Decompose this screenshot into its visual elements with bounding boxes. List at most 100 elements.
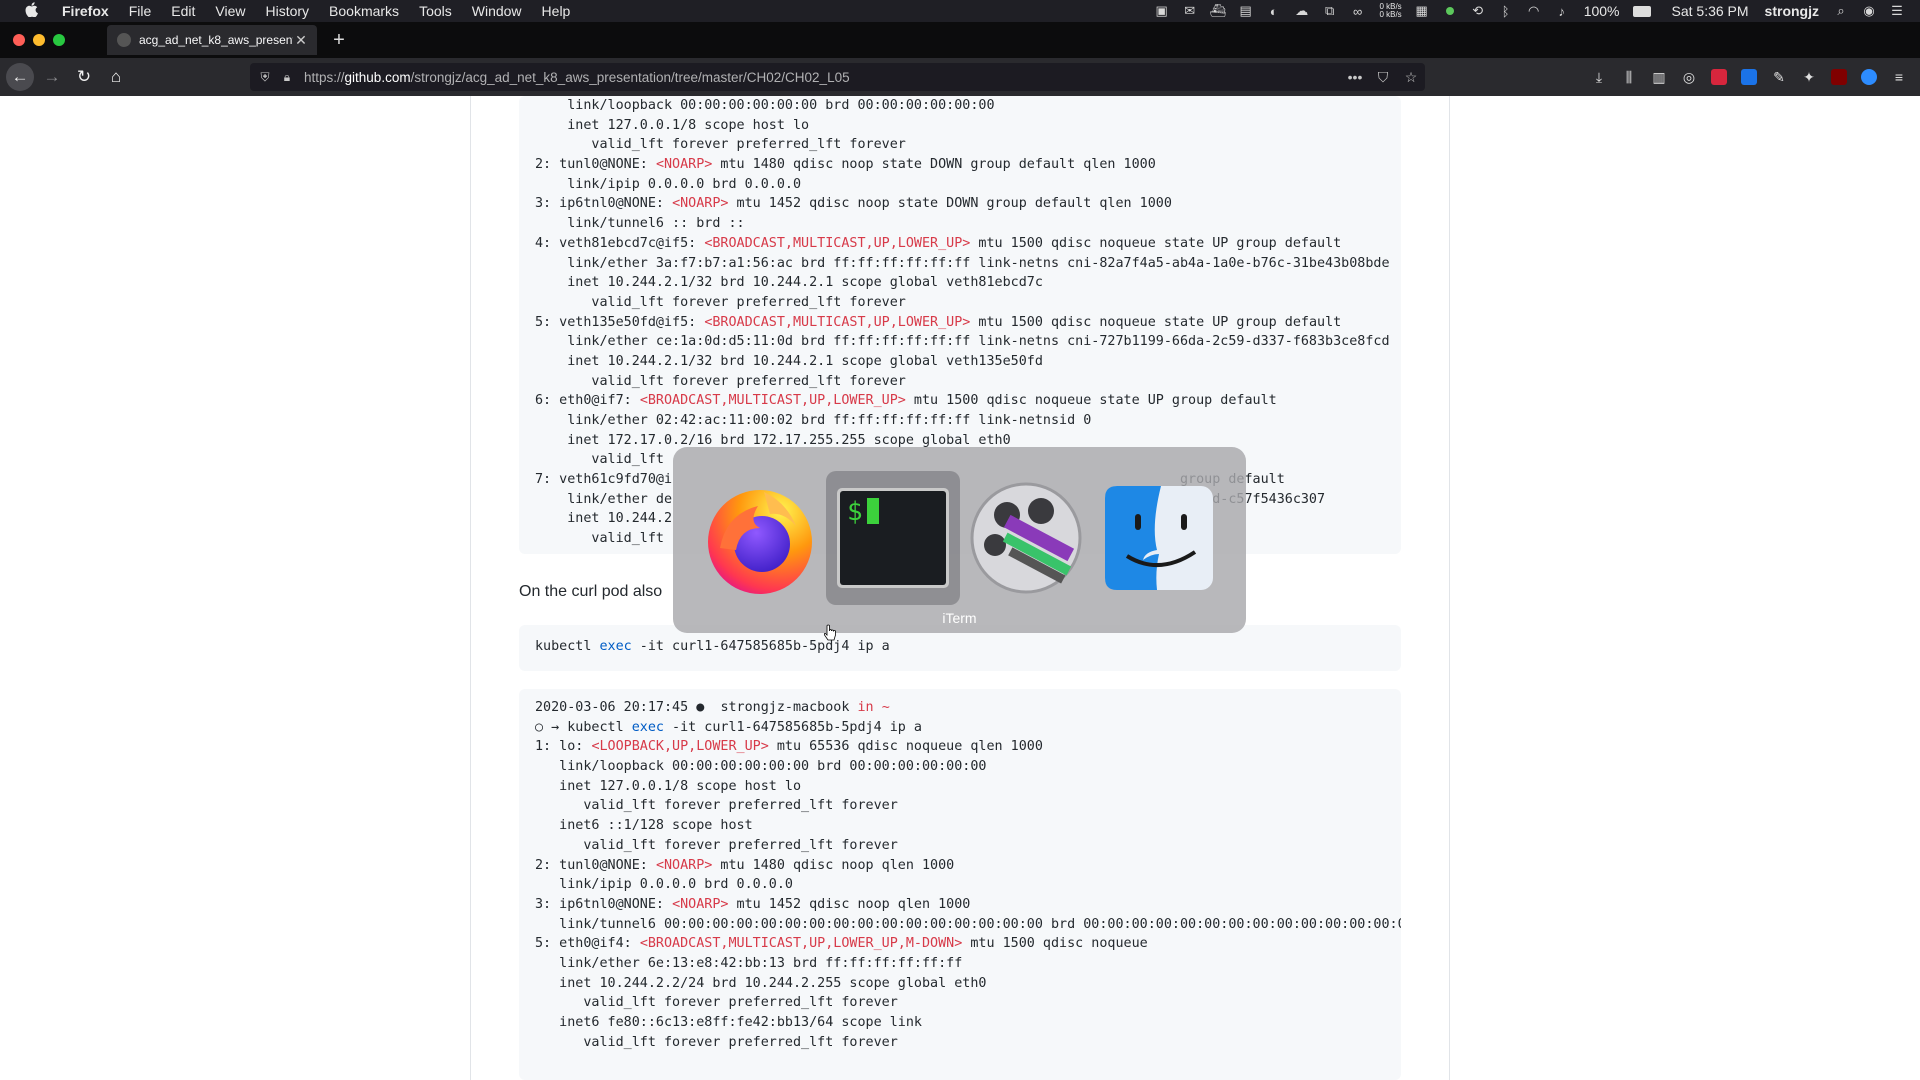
backup-icon[interactable]: ⧉ <box>1321 3 1339 18</box>
code-line: 4: veth81ebcd7c@if5: <BROADCAST,MULTICAS… <box>535 234 1385 254</box>
menu-history[interactable]: History <box>255 0 319 22</box>
switcher-app-firefox[interactable] <box>693 471 827 605</box>
docker-icon[interactable]: ⛴ <box>1209 3 1227 18</box>
status-dot-icon[interactable] <box>1441 4 1459 18</box>
github-favicon-icon <box>117 33 131 47</box>
apple-menu-icon[interactable] <box>20 1 42 21</box>
user-name[interactable]: strongjz <box>1757 3 1827 19</box>
code-text: mtu 1500 qdisc noqueue state UP group de… <box>905 393 1277 409</box>
code-line: 5: veth135e50fd@if5: <BROADCAST,MULTICAS… <box>535 313 1385 333</box>
page-actions-icon[interactable]: ••• <box>1341 69 1369 85</box>
code-flags: <NOARP> <box>672 896 729 912</box>
bookmark-star-icon[interactable]: ☆ <box>1397 69 1425 86</box>
clock[interactable]: Sat 5:36 PM <box>1664 3 1757 19</box>
chat-icon[interactable]: ▤ <box>1237 3 1255 18</box>
siri-icon[interactable]: ◉ <box>1860 3 1878 18</box>
code-text: mtu 1480 qdisc noop qlen 1000 <box>712 857 955 873</box>
volume-icon[interactable]: ♪ <box>1553 4 1571 19</box>
account-icon[interactable]: ◎ <box>1676 66 1702 88</box>
pocket-icon[interactable]: ⛉ <box>1369 69 1397 86</box>
url-text[interactable]: https://github.com/strongjz/acg_ad_net_k… <box>304 70 1341 85</box>
paragraph-text: On the curl pod also <box>519 583 663 600</box>
code-line: 2: tunl0@NONE: <NOARP> mtu 1480 qdisc no… <box>535 155 1385 175</box>
menu-file[interactable]: File <box>119 0 162 22</box>
mail-icon[interactable]: ✉ <box>1181 3 1199 18</box>
battery-percent[interactable]: 100% <box>1576 3 1628 19</box>
code-text: 5: veth135e50fd@if5: <box>535 314 705 330</box>
bluetooth-icon[interactable]: ᛒ <box>1497 4 1515 19</box>
menu-view[interactable]: View <box>205 0 255 22</box>
downloads-icon[interactable]: ⤓ <box>1586 66 1612 88</box>
claquette-icon <box>970 482 1082 594</box>
code-text: mtu 1500 qdisc noqueue <box>962 936 1148 952</box>
code-flags: <NOARP> <box>655 857 713 873</box>
menu-help[interactable]: Help <box>532 0 581 22</box>
code-line: 3: ip6tnl0@NONE: <NOARP> mtu 1452 qdisc … <box>535 194 1385 214</box>
code-flags: <NOARP> <box>655 157 713 173</box>
url-bar[interactable]: ⛨ 🔒︎ https://github.com/strongjz/acg_ad_… <box>250 63 1425 91</box>
code-line: inet 10.244.2.1/32 brd 10.244.2.1 scope … <box>535 353 1043 369</box>
menu-hamburger-icon[interactable]: ≡ <box>1886 66 1912 88</box>
code-line: link/ipip 0.0.0.0 brd 0.0.0.0 <box>535 877 793 893</box>
code-text: 3: ip6tnl0@NONE: <box>535 196 673 212</box>
extension-zoom-icon[interactable] <box>1856 66 1882 88</box>
code-line: valid_lft forever preferred_lft forever <box>535 294 906 310</box>
lock-icon[interactable]: 🔒︎ <box>276 70 298 85</box>
code-line: 1: lo: <LOOPBACK,UP,LOWER_UP> mtu 65536 … <box>535 737 1385 757</box>
library-icon[interactable]: ⫼ <box>1616 66 1642 88</box>
code-line: inet 10.244.2.2/24 brd 10.244.2.255 scop… <box>535 975 987 991</box>
extension-screenshot-icon[interactable]: ✎ <box>1766 66 1792 88</box>
window-zoom-button[interactable] <box>53 34 65 46</box>
menu-bookmarks[interactable]: Bookmarks <box>319 0 409 22</box>
time-machine-icon[interactable]: ⟲ <box>1469 3 1487 18</box>
extension-puzzle-icon[interactable]: ✦ <box>1796 66 1822 88</box>
menu-edit[interactable]: Edit <box>161 0 205 22</box>
code-line: inet6 ::1/128 scope host <box>535 818 753 834</box>
code-flags: <BROADCAST,MULTICAST,UP,LOWER_UP> <box>704 314 971 330</box>
tab-title: acg_ad_net_k8_aws_presentatio <box>139 33 293 47</box>
cloud-icon[interactable]: ☁ <box>1293 3 1311 18</box>
tab-active[interactable]: acg_ad_net_k8_aws_presentatio ✕ <box>107 25 317 55</box>
switcher-app-claquette[interactable] <box>959 471 1093 605</box>
code-line: link/ether 6e:13:e8:42:bb:13 brd ff:ff:f… <box>535 955 963 971</box>
window-close-button[interactable] <box>13 34 25 46</box>
glasses-icon[interactable]: ∞ <box>1349 4 1367 19</box>
moon-icon[interactable]: ◐ <box>1265 4 1283 19</box>
toolbar-right: ⤓ ⫼ ▥ ◎ ✎ ✦ ≡ <box>1584 66 1914 88</box>
extension-red-icon[interactable] <box>1706 66 1732 88</box>
code-line: 5: eth0@if4: <BROADCAST,MULTICAST,UP,LOW… <box>535 934 1385 954</box>
memory-icon[interactable]: ▦ <box>1413 3 1431 18</box>
notification-center-icon[interactable]: ☰ <box>1888 3 1906 18</box>
spotlight-search-icon[interactable]: ⌕ <box>1832 3 1850 18</box>
back-button[interactable]: ← <box>6 63 34 91</box>
home-button[interactable]: ⌂ <box>102 63 130 91</box>
menu-app-firefox[interactable]: Firefox <box>52 0 119 22</box>
switcher-app-iterm[interactable]: $ <box>826 471 960 605</box>
wifi-icon[interactable]: ◠ <box>1525 3 1543 18</box>
switcher-app-finder[interactable] <box>1092 471 1226 605</box>
code-line: valid_lft forever preferred_lft forever <box>535 837 898 853</box>
code-flags: <BROADCAST,MULTICAST,UP,LOWER_UP> <box>639 393 906 409</box>
code-text: mtu 1500 qdisc noqueue state UP group de… <box>970 235 1342 251</box>
new-tab-button[interactable]: + <box>329 29 349 52</box>
code-text: 2: tunl0@NONE: <box>535 857 656 873</box>
code-line: link/loopback 00:00:00:00:00:00 brd 00:0… <box>535 759 987 775</box>
code-line: valid_lft forever preferred_lft forever <box>535 1034 898 1050</box>
reload-button[interactable]: ↻ <box>70 63 98 91</box>
screen-record-icon[interactable]: ▣ <box>1153 3 1171 18</box>
code-line: inet6 fe80::6c13:e8ff:fe42:bb13/64 scope… <box>535 1015 922 1030</box>
tracking-shield-icon[interactable]: ⛨ <box>254 70 276 85</box>
sidebar-icon[interactable]: ▥ <box>1646 66 1672 88</box>
menu-tools[interactable]: Tools <box>409 0 462 22</box>
forward-button[interactable]: → <box>38 63 66 91</box>
menu-window[interactable]: Window <box>462 0 532 22</box>
code-text: 4: veth81ebcd7c@if5: <box>535 235 705 251</box>
finder-icon <box>1105 486 1213 590</box>
window-minimize-button[interactable] <box>33 34 45 46</box>
code-line: 2: tunl0@NONE: <NOARP> mtu 1480 qdisc no… <box>535 856 1385 876</box>
extension-blue-icon[interactable] <box>1736 66 1762 88</box>
iterm-icon: $ <box>837 488 949 588</box>
extension-ublock-icon[interactable] <box>1826 66 1852 88</box>
battery-icon[interactable] <box>1632 4 1651 18</box>
tab-close-icon[interactable]: ✕ <box>293 32 309 49</box>
